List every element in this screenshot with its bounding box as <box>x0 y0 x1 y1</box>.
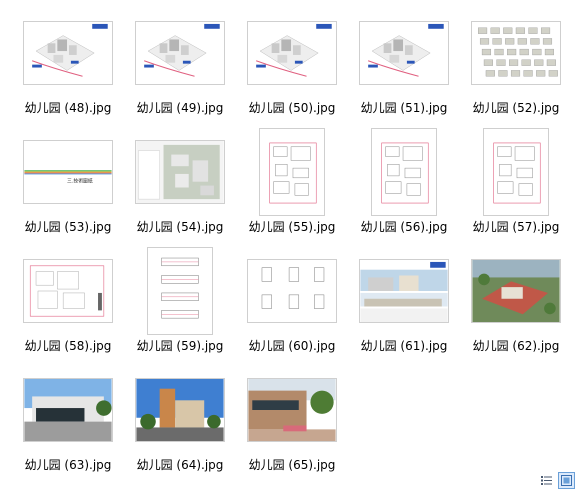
file-item[interactable]: 幼儿园 (61).jpg <box>348 246 460 358</box>
file-item[interactable]: 幼儿园 (54).jpg <box>124 127 236 239</box>
file-item[interactable]: 幼儿园 (50).jpg <box>236 8 348 120</box>
file-item[interactable]: 幼儿园 (59).jpg <box>124 246 236 358</box>
file-name: 幼儿园 (64).jpg <box>136 458 224 472</box>
file-thumbnail <box>23 378 113 442</box>
file-item[interactable]: 幼儿园 (48).jpg <box>12 8 124 120</box>
file-name: 幼儿园 (50).jpg <box>248 101 336 115</box>
file-item[interactable]: 幼儿园 (58).jpg <box>12 246 124 358</box>
view-mode-switcher <box>538 472 575 489</box>
file-name: 幼儿园 (58).jpg <box>24 339 112 353</box>
file-name: 幼儿园 (54).jpg <box>136 220 224 234</box>
file-name: 幼儿园 (49).jpg <box>136 101 224 115</box>
file-thumbnail <box>135 21 225 85</box>
file-item[interactable]: 幼儿园 (60).jpg <box>236 246 348 358</box>
details-view-button[interactable] <box>538 472 555 489</box>
file-name: 幼儿园 (56).jpg <box>360 220 448 234</box>
file-name: 幼儿园 (59).jpg <box>136 339 224 353</box>
file-thumbnail <box>247 21 337 85</box>
file-thumbnail <box>247 259 337 323</box>
file-name: 幼儿园 (57).jpg <box>472 220 560 234</box>
file-name: 幼儿园 (53).jpg <box>24 220 112 234</box>
file-name: 幼儿园 (65).jpg <box>248 458 336 472</box>
file-thumbnail: 三.技術圖紙 <box>23 140 113 204</box>
file-item[interactable]: 幼儿园 (55).jpg <box>236 127 348 239</box>
file-thumbnail <box>147 247 213 335</box>
file-thumbnail <box>247 378 337 442</box>
file-item[interactable]: 幼儿园 (56).jpg <box>348 127 460 239</box>
file-thumbnail <box>359 259 449 323</box>
file-item[interactable]: 幼儿园 (65).jpg <box>236 365 348 477</box>
file-name: 幼儿园 (61).jpg <box>360 339 448 353</box>
file-name: 幼儿园 (51).jpg <box>360 101 448 115</box>
file-name: 幼儿园 (62).jpg <box>472 339 560 353</box>
file-thumbnail <box>23 259 113 323</box>
large-icons-view-button[interactable] <box>558 472 575 489</box>
file-thumbnail <box>359 21 449 85</box>
file-thumbnail <box>135 378 225 442</box>
file-item[interactable]: 幼儿园 (49).jpg <box>124 8 236 120</box>
file-item[interactable]: 幼儿园 (63).jpg <box>12 365 124 477</box>
large-icons-view-icon <box>561 475 572 486</box>
file-name: 幼儿园 (48).jpg <box>24 101 112 115</box>
file-thumbnail <box>23 21 113 85</box>
details-view-icon <box>541 476 552 485</box>
file-name: 幼儿园 (55).jpg <box>248 220 336 234</box>
file-thumbnail <box>471 21 561 85</box>
file-thumbnail <box>483 128 549 216</box>
file-item[interactable]: 幼儿园 (62).jpg <box>460 246 572 358</box>
file-name: 幼儿园 (52).jpg <box>472 101 560 115</box>
file-thumbnail <box>135 140 225 204</box>
file-name: 幼儿园 (60).jpg <box>248 339 336 353</box>
cover-text: 三.技術圖紙 <box>67 178 93 185</box>
file-item[interactable]: 幼儿园 (52).jpg <box>460 8 572 120</box>
file-thumbnail <box>471 259 561 323</box>
file-thumbnail <box>259 128 325 216</box>
file-thumbnail <box>371 128 437 216</box>
file-item[interactable]: 幼儿园 (64).jpg <box>124 365 236 477</box>
file-item[interactable]: 幼儿园 (57).jpg <box>460 127 572 239</box>
file-item[interactable]: 三.技術圖紙 幼儿园 (53).jpg <box>12 127 124 239</box>
file-name: 幼儿园 (63).jpg <box>24 458 112 472</box>
file-item[interactable]: 幼儿园 (51).jpg <box>348 8 460 120</box>
